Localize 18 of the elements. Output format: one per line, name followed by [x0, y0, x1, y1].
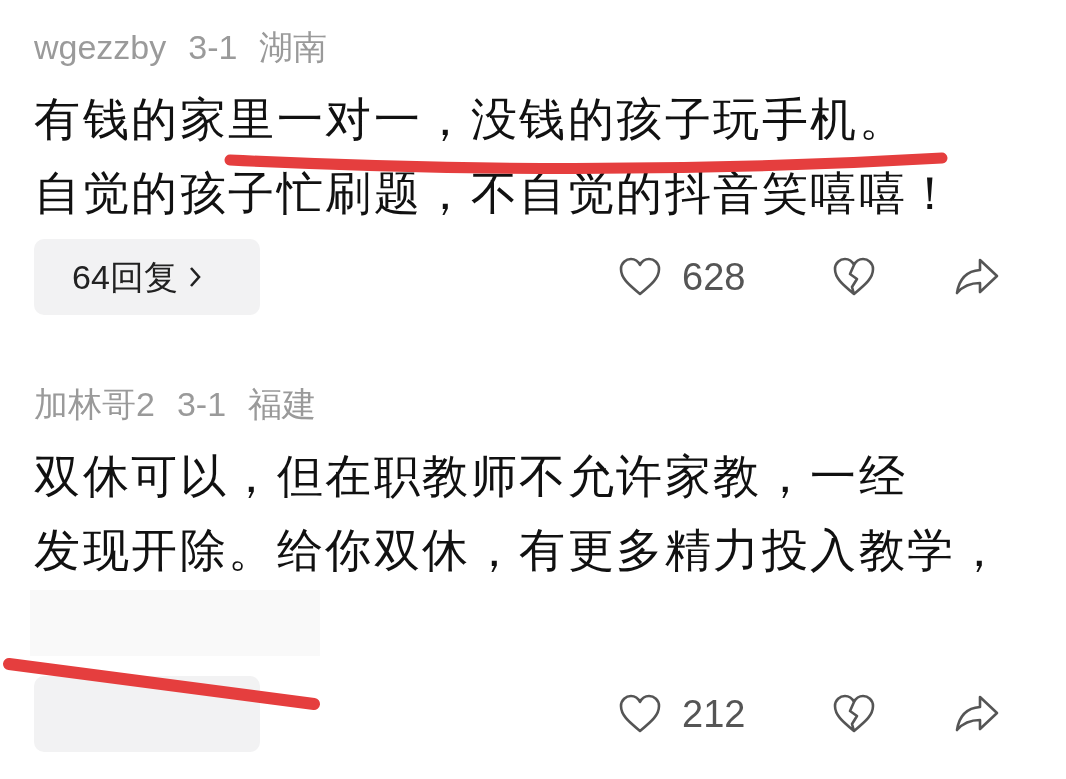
- comment-location: 湖南: [259, 26, 328, 68]
- comment-text: 有钱的家里一对一，没钱的孩子玩手机。: [34, 93, 907, 145]
- comment-location: 福建: [248, 383, 317, 425]
- comment-text: 发现开除。给你双休，有更多精力投入教学，: [34, 524, 1004, 576]
- reply-button[interactable]: 64回复: [34, 239, 260, 315]
- like-count: 628: [682, 254, 747, 300]
- chevron-right-icon: [187, 265, 202, 289]
- comment-text: 双休可以，但在职教师不允许家教，一经: [34, 450, 907, 502]
- heart-icon[interactable]: [618, 257, 662, 297]
- share-icon[interactable]: [954, 257, 1000, 297]
- user-name[interactable]: wgezzby: [34, 21, 167, 73]
- share-icon[interactable]: [954, 694, 1000, 734]
- user-name[interactable]: 加林哥2: [34, 378, 155, 430]
- comment-text: 自觉的孩子忙刷题，不自觉的抖音笑嘻嘻！: [34, 167, 956, 219]
- like-count: 212: [682, 691, 747, 737]
- comment-date: 3-1: [176, 383, 227, 425]
- heart-icon[interactable]: [618, 694, 662, 734]
- comment-date: 3-1: [188, 26, 238, 68]
